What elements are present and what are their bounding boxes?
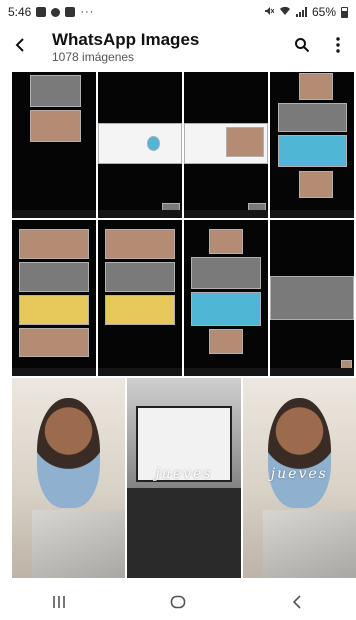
image-thumbnail[interactable] xyxy=(12,220,96,376)
image-thumbnail[interactable] xyxy=(270,72,354,218)
video-call-frame xyxy=(209,229,243,255)
video-call-frame xyxy=(226,127,264,157)
notification-icon xyxy=(51,7,61,17)
home-icon xyxy=(170,595,186,614)
image-thumbnail[interactable] xyxy=(270,220,354,376)
message-icon xyxy=(36,7,47,17)
gallery-icon xyxy=(65,7,76,17)
video-call-frame xyxy=(299,171,333,198)
grid-row: jueves jueves xyxy=(12,378,356,578)
photo-overlay-text: jueves xyxy=(270,466,328,482)
recents-button[interactable] xyxy=(34,588,84,620)
video-call-frame xyxy=(299,73,333,100)
back-chevron-icon xyxy=(291,594,303,614)
image-thumbnail[interactable] xyxy=(12,378,126,578)
video-call-frame xyxy=(18,262,90,292)
laptop-keyboard-photo xyxy=(127,488,241,578)
pie-chart-thumbnail xyxy=(146,136,161,151)
more-options-button[interactable] xyxy=(320,24,356,70)
status-left: 5:46 ··· xyxy=(8,5,94,19)
screenshot-navbar xyxy=(12,368,96,376)
video-call-frame xyxy=(278,134,348,167)
more-notifications-icon: ··· xyxy=(80,6,95,18)
back-nav-button[interactable] xyxy=(272,588,322,620)
video-call-frame xyxy=(18,327,90,358)
presentation-slide xyxy=(98,123,182,164)
screenshot-navbar xyxy=(184,210,268,218)
screenshot-navbar xyxy=(270,368,354,376)
video-call-frame xyxy=(30,109,81,143)
video-call-frame xyxy=(104,229,176,259)
status-bar: 5:46 ··· 65% xyxy=(0,0,356,24)
flyer-frame xyxy=(104,294,176,325)
system-nav-bar xyxy=(0,588,356,620)
laptop-photo xyxy=(32,510,126,578)
image-thumbnail[interactable] xyxy=(184,220,268,376)
screenshot-navbar xyxy=(98,368,182,376)
image-thumbnail[interactable] xyxy=(98,220,182,376)
image-thumbnail[interactable] xyxy=(184,72,268,218)
back-arrow-icon xyxy=(12,37,28,58)
video-call-frame xyxy=(278,102,348,132)
screenshot-navbar xyxy=(184,368,268,376)
app-bar: WhatsApp Images 1078 imágenes xyxy=(0,24,356,70)
person-photo xyxy=(36,398,101,508)
image-grid: jueves jueves xyxy=(12,72,356,582)
video-call-frame xyxy=(270,276,354,320)
image-thumbnail[interactable] xyxy=(98,72,182,218)
recents-icon xyxy=(51,595,67,614)
person-photo xyxy=(267,398,332,508)
signal-icon xyxy=(295,7,307,17)
laptop-photo xyxy=(263,510,356,578)
mute-icon xyxy=(264,5,275,19)
status-time: 5:46 xyxy=(8,5,32,19)
battery-icon xyxy=(341,6,348,18)
photo-overlay-text: jueves xyxy=(155,466,213,482)
status-right: 65% xyxy=(264,5,348,19)
grid-row xyxy=(12,220,356,376)
video-call-frame xyxy=(18,229,90,259)
more-vert-icon xyxy=(336,36,340,58)
title-block: WhatsApp Images 1078 imágenes xyxy=(40,30,284,64)
video-call-frame xyxy=(190,257,262,289)
battery-percent: 65% xyxy=(311,5,336,19)
screenshot-navbar xyxy=(98,210,182,218)
screenshot-navbar xyxy=(12,210,96,218)
album-title: WhatsApp Images xyxy=(52,30,200,49)
screenshot-navbar xyxy=(270,210,354,218)
video-call-frame xyxy=(30,74,81,108)
video-call-frame xyxy=(190,291,262,327)
image-thumbnail[interactable]: jueves xyxy=(127,378,241,578)
wifi-icon xyxy=(279,5,291,19)
image-thumbnail[interactable]: jueves xyxy=(242,378,356,578)
video-call-frame xyxy=(104,262,176,292)
search-button[interactable] xyxy=(284,24,320,70)
image-thumbnail[interactable] xyxy=(12,72,96,218)
grid-row xyxy=(12,72,356,218)
search-icon xyxy=(294,37,310,58)
back-button[interactable] xyxy=(0,24,40,70)
flyer-frame xyxy=(18,294,90,325)
album-count: 1078 imágenes xyxy=(52,50,135,64)
home-button[interactable] xyxy=(153,588,203,620)
video-call-frame xyxy=(209,329,243,355)
